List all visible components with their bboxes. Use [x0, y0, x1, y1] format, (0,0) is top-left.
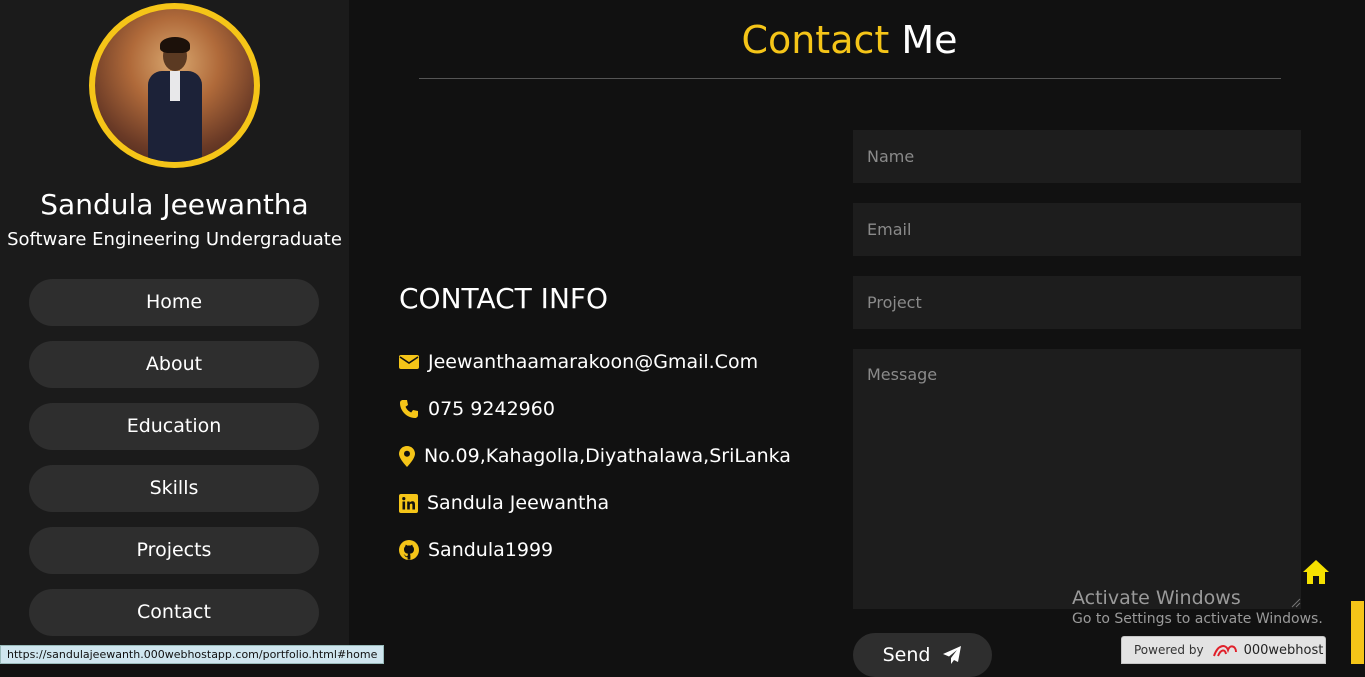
powered-by-badge[interactable]: Powered by 000webhost: [1121, 636, 1326, 664]
nav-skills-button[interactable]: Skills: [29, 465, 319, 512]
title-divider: [419, 78, 1281, 79]
contact-address: No.09,Kahagolla,Diyathalawa,SriLanka: [424, 445, 791, 467]
host-brand: 000webhost: [1243, 642, 1324, 658]
contact-info-heading: CONTACT INFO: [399, 282, 609, 315]
github-icon: [399, 540, 419, 560]
paper-plane-icon: [943, 646, 962, 664]
linkedin-icon: [399, 493, 418, 513]
name-field[interactable]: [853, 130, 1301, 183]
avatar: [89, 3, 260, 168]
profile-title: Software Engineering Undergraduate: [7, 229, 342, 250]
contact-github[interactable]: Sandula1999: [428, 539, 553, 561]
page-title: Contact Me: [349, 18, 1350, 62]
page-title-accent: Contact: [741, 18, 890, 62]
send-button-label: Send: [882, 644, 931, 666]
webhost-logo-icon: [1212, 645, 1237, 657]
message-field[interactable]: [853, 349, 1301, 609]
activate-windows-watermark: Activate Windows Go to Settings to activ…: [1072, 587, 1323, 627]
contact-phone-row: 075 9242960: [399, 398, 555, 420]
scrollbar-track[interactable]: [1350, 0, 1365, 664]
avatar-photo: [140, 37, 210, 162]
activate-windows-subtitle: Go to Settings to activate Windows.: [1072, 611, 1323, 627]
contact-email: Jeewanthaamarakoon@Gmail.Com: [428, 351, 759, 373]
contact-phone: 075 9242960: [428, 398, 555, 420]
phone-icon: [400, 400, 418, 418]
sidebar: Sandula Jeewantha Software Engineering U…: [0, 0, 349, 664]
project-field[interactable]: [853, 276, 1301, 329]
contact-github-row[interactable]: Sandula1999: [399, 539, 553, 561]
scrollbar-thumb[interactable]: [1351, 601, 1364, 664]
nav-about-button[interactable]: About: [29, 341, 319, 388]
nav-projects-button[interactable]: Projects: [29, 527, 319, 574]
map-marker-icon: [399, 445, 415, 467]
contact-linkedin-row[interactable]: Sandula Jeewantha: [399, 492, 609, 514]
email-field[interactable]: [853, 203, 1301, 256]
home-icon[interactable]: [1302, 558, 1330, 586]
nav-home-button[interactable]: Home: [29, 279, 319, 326]
send-button[interactable]: Send: [853, 633, 992, 677]
activate-windows-title: Activate Windows: [1072, 587, 1241, 609]
contact-address-row: No.09,Kahagolla,Diyathalawa,SriLanka: [399, 445, 791, 467]
page-title-rest: Me: [901, 18, 958, 62]
contact-email-row: Jeewanthaamarakoon@Gmail.Com: [399, 351, 758, 373]
contact-linkedin[interactable]: Sandula Jeewantha: [427, 492, 609, 514]
powered-by-label: Powered by: [1134, 643, 1204, 657]
nav-education-button[interactable]: Education: [29, 403, 319, 450]
status-bar-url: https://sandulajeewanth.000webhostapp.co…: [0, 645, 385, 664]
nav-contact-button[interactable]: Contact: [29, 589, 319, 636]
envelope-icon: [399, 355, 419, 369]
profile-name: Sandula Jeewantha: [40, 188, 309, 221]
